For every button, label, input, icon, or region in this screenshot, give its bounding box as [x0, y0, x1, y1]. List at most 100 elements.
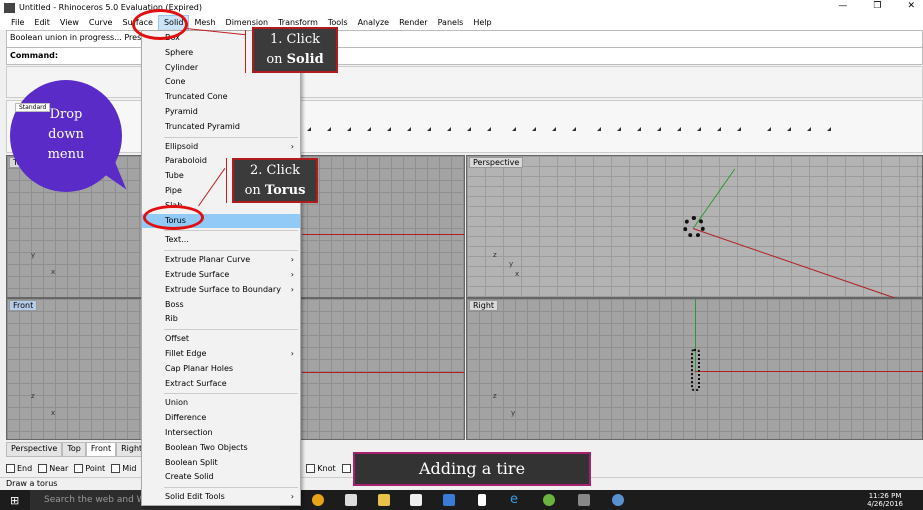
menu-item-extrude-surface[interactable]: Extrude Surface ›: [142, 268, 300, 283]
toolbar-flyout-icon[interactable]: [737, 127, 741, 131]
callout-step-2: 2. Click on Torus: [232, 158, 318, 203]
menu-item-label: Text...: [165, 235, 189, 245]
menu-item-fillet-edge[interactable]: Fillet Edge ›: [142, 347, 300, 362]
osnap-point[interactable]: Point: [74, 463, 105, 473]
toolbar-flyout-icon[interactable]: [617, 127, 621, 131]
toolbar-flyout-icon[interactable]: [347, 127, 351, 131]
viewport-label-right[interactable]: Right: [469, 300, 499, 311]
toolbar-flyout-icon[interactable]: [327, 127, 331, 131]
checkbox[interactable]: [341, 463, 351, 473]
command-prompt[interactable]: Command:: [10, 51, 58, 60]
menu-item-rib[interactable]: Rib: [142, 312, 300, 327]
menu-item-text[interactable]: Text...: [142, 233, 300, 248]
osnap-end[interactable]: End: [6, 463, 32, 473]
viewport-perspective[interactable]: Perspective z y x: [466, 155, 923, 308]
utorrent-icon[interactable]: [543, 494, 555, 506]
torus-object-side[interactable]: [691, 349, 700, 391]
clock-time: 11:26 PM: [868, 492, 902, 500]
toolbar-flyout-icon[interactable]: [677, 127, 681, 131]
menu-file[interactable]: File: [6, 16, 29, 30]
toolbar-flyout-icon[interactable]: [487, 127, 491, 131]
menu-item-cone[interactable]: Cone: [142, 75, 300, 90]
toolbar-flyout-icon[interactable]: [367, 127, 371, 131]
toolbar-flyout-icon[interactable]: [387, 127, 391, 131]
menu-analyze[interactable]: Analyze: [353, 16, 395, 30]
toolbar-flyout-icon[interactable]: [532, 127, 536, 131]
menu-item-extrude-surface-to-boundary[interactable]: Extrude Surface to Boundary ›: [142, 283, 300, 298]
toolbar-flyout-icon[interactable]: [467, 127, 471, 131]
menu-item-boss[interactable]: Boss: [142, 298, 300, 313]
torus-object[interactable]: [683, 216, 705, 238]
menu-item-truncated-cone[interactable]: Truncated Cone: [142, 90, 300, 105]
viewport-right[interactable]: Right z y: [466, 298, 923, 440]
edge-icon[interactable]: e: [510, 492, 522, 507]
menu-curve[interactable]: Curve: [84, 16, 118, 30]
menu-item-pyramid[interactable]: Pyramid: [142, 105, 300, 120]
tab-standard[interactable]: Standard: [15, 103, 51, 112]
toolbar-flyout-icon[interactable]: [637, 127, 641, 131]
viewport-tab-front[interactable]: Front: [85, 442, 117, 457]
paint-icon[interactable]: [612, 494, 624, 506]
checkbox[interactable]: [306, 463, 316, 473]
menu-item-cap-planar-holes[interactable]: Cap Planar Holes: [142, 362, 300, 377]
chrome-icon[interactable]: [312, 494, 324, 506]
menu-panels[interactable]: Panels: [433, 16, 469, 30]
menu-item-truncated-pyramid[interactable]: Truncated Pyramid: [142, 120, 300, 135]
checkbox[interactable]: [111, 463, 121, 473]
osnap-label: Knot: [317, 463, 336, 473]
restore-button[interactable]: ❐: [873, 1, 881, 11]
menu-edit[interactable]: Edit: [29, 16, 55, 30]
clock[interactable]: 11:26 PM 4/26/2016: [867, 492, 903, 508]
menu-help[interactable]: Help: [468, 16, 496, 30]
toolbar-flyout-icon[interactable]: [407, 127, 411, 131]
osnap-near[interactable]: Near: [38, 463, 68, 473]
checkbox[interactable]: [38, 463, 48, 473]
menu-item-union[interactable]: Union: [142, 396, 300, 411]
menu-item-create-solid[interactable]: Create Solid: [142, 470, 300, 485]
toolbar-flyout-icon[interactable]: [697, 127, 701, 131]
menu-view[interactable]: View: [55, 16, 84, 30]
toolbar-flyout-icon[interactable]: [552, 127, 556, 131]
axis-y-label: y: [31, 251, 36, 259]
menu-item-offset[interactable]: Offset: [142, 332, 300, 347]
menu-item-boolean-two-objects[interactable]: Boolean Two Objects: [142, 441, 300, 456]
osnap-knot[interactable]: Knot: [306, 463, 336, 473]
rhino-taskbar-icon[interactable]: [578, 494, 590, 506]
toolbar-flyout-icon[interactable]: [787, 127, 791, 131]
toolbar-flyout-icon[interactable]: [307, 127, 311, 131]
toolbar-flyout-icon[interactable]: [807, 127, 811, 131]
store-icon[interactable]: [345, 494, 357, 506]
menu-item-intersection[interactable]: Intersection: [142, 426, 300, 441]
menu-mesh[interactable]: Mesh: [189, 16, 220, 30]
viewport-label-perspective[interactable]: Perspective: [469, 157, 524, 168]
home-icon[interactable]: [410, 494, 422, 506]
menu-render[interactable]: Render: [394, 16, 432, 30]
toolbar-flyout-icon[interactable]: [572, 127, 576, 131]
menu-item-extract-surface[interactable]: Extract Surface: [142, 377, 300, 392]
windows-start-icon[interactable]: ⊞: [10, 494, 19, 507]
osnap-mid[interactable]: Mid: [111, 463, 136, 473]
toolbar-flyout-icon[interactable]: [827, 127, 831, 131]
toolbar-flyout-icon[interactable]: [427, 127, 431, 131]
viewport-label-front[interactable]: Front: [9, 300, 38, 311]
toolbar-flyout-icon[interactable]: [657, 127, 661, 131]
file-explorer-icon[interactable]: [378, 494, 390, 506]
toolbar-flyout-icon[interactable]: [717, 127, 721, 131]
menu-item-difference[interactable]: Difference: [142, 411, 300, 426]
minimize-button[interactable]: —: [838, 1, 847, 11]
checkbox[interactable]: [74, 463, 84, 473]
viewport-tab-top[interactable]: Top: [62, 442, 86, 457]
toolbar-flyout-icon[interactable]: [512, 127, 516, 131]
menu-item-extrude-planar-curve[interactable]: Extrude Planar Curve ›: [142, 253, 300, 268]
menu-item-ellipsoid[interactable]: Ellipsoid ›: [142, 140, 300, 155]
toolbar-flyout-icon[interactable]: [767, 127, 771, 131]
toolbar-flyout-icon[interactable]: [447, 127, 451, 131]
document-icon[interactable]: [478, 494, 486, 506]
app-icon[interactable]: [443, 494, 455, 506]
checkbox[interactable]: [6, 463, 15, 473]
menu-item-solid-edit-tools[interactable]: Solid Edit Tools ›: [142, 490, 300, 505]
close-button[interactable]: ✕: [907, 1, 915, 11]
toolbar-flyout-icon[interactable]: [597, 127, 601, 131]
menu-item-boolean-split[interactable]: Boolean Split: [142, 456, 300, 471]
viewport-tab-perspective[interactable]: Perspective: [6, 442, 63, 457]
